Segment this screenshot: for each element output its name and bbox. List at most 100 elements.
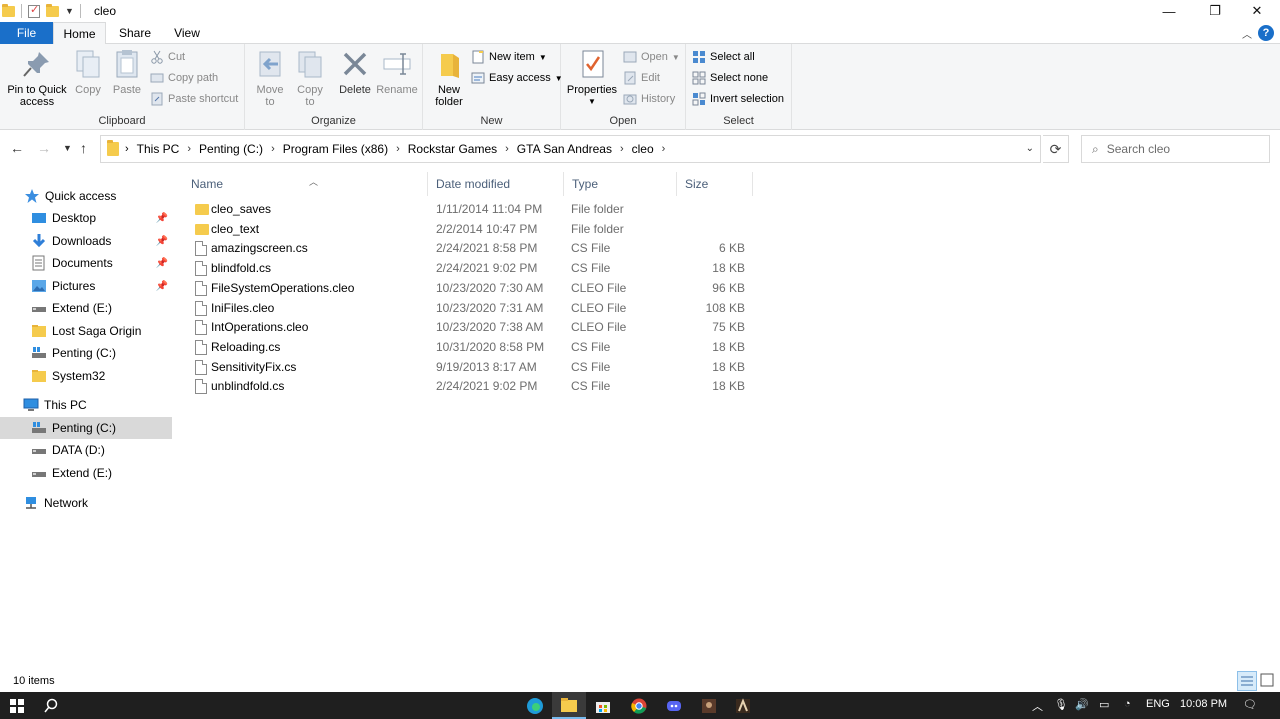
delete-button[interactable]: Delete [337, 48, 373, 96]
nav-item-documents[interactable]: Documents 📌 [0, 252, 172, 274]
file-explorer-icon[interactable] [552, 692, 586, 719]
help-icon[interactable]: ? [1258, 25, 1274, 41]
select-all-button[interactable]: Select all [692, 48, 755, 66]
up-arrow-icon[interactable]: ↑ [80, 140, 87, 156]
restore-button[interactable]: ❐ [1192, 0, 1238, 22]
clock[interactable]: 10:08 PM [1180, 698, 1227, 710]
game-app-icon[interactable] [692, 692, 726, 719]
wifi-icon[interactable]: ◔ [1124, 698, 1131, 710]
nav-item-downloads[interactable]: Downloads 📌 [0, 230, 172, 252]
nav-item-network[interactable]: Network [0, 492, 172, 514]
nav-item-extend-e-2[interactable]: Extend (E:) [0, 462, 172, 484]
column-header-date[interactable]: Date modified [428, 172, 564, 196]
cut-button[interactable]: Cut [150, 48, 185, 66]
address-bar[interactable]: › This PC › Penting (C:) › Program Files (x8… [100, 135, 1041, 163]
column-header-name[interactable]: Name ︿ [183, 172, 428, 196]
show-hidden-icons-chevron-icon[interactable]: ︿ [1032, 698, 1043, 714]
refresh-icon[interactable]: ⟳ [1043, 135, 1069, 163]
edge-browser-icon[interactable] [518, 692, 552, 719]
large-icons-view-icon[interactable] [1258, 671, 1278, 691]
edit-button[interactable]: Edit [623, 69, 660, 87]
microphone-icon[interactable]: 🎙 [1054, 698, 1068, 711]
column-header-size[interactable]: Size [677, 172, 753, 196]
file-row[interactable]: cleo_saves 1/11/2014 11:04 PM File folder [193, 199, 753, 219]
close-button[interactable]: ✕ [1234, 0, 1280, 22]
breadcrumb-item[interactable]: GTA San Andreas [517, 142, 612, 156]
paste-shortcut-button[interactable]: Paste shortcut [150, 90, 238, 108]
nav-item-quick-access[interactable]: Quick access [0, 185, 172, 207]
search-input[interactable]: ⌕ Search cleo [1081, 135, 1270, 163]
file-row[interactable]: Reloading.cs 10/31/2020 8:58 PM CS File 18 … [193, 337, 753, 357]
pin-icon[interactable]: 📌 [156, 281, 168, 292]
new-item-button[interactable]: New item ▼ [471, 48, 547, 66]
rename-button[interactable]: Rename [376, 48, 418, 96]
chevron-right-icon[interactable]: › [187, 143, 191, 155]
file-row[interactable]: cleo_text 2/2/2014 10:47 PM File folder [193, 219, 753, 239]
file-row[interactable]: IntOperations.cleo 10/23/2020 7:38 AM CLEO… [193, 317, 753, 337]
copy-button[interactable]: Copy [72, 48, 104, 96]
customize-toolbar-chevron-icon[interactable]: ▼ [65, 6, 74, 16]
gta-app-icon[interactable] [726, 692, 760, 719]
battery-icon[interactable]: ▭ [1099, 698, 1109, 711]
file-row[interactable]: SensitivityFix.cs 9/19/2013 8:17 AM CS Fil… [193, 357, 753, 377]
column-header-type[interactable]: Type [564, 172, 677, 196]
nav-item-data-d[interactable]: DATA (D:) [0, 439, 172, 461]
chevron-right-icon[interactable]: › [271, 143, 275, 155]
search-icon[interactable] [34, 692, 68, 719]
properties-icon[interactable] [28, 3, 40, 18]
breadcrumb-item[interactable]: Program Files (x86) [283, 142, 388, 156]
file-row[interactable]: amazingscreen.cs 2/24/2021 8:58 PM CS File… [193, 238, 753, 258]
address-history-chevron-icon[interactable]: ⌄ [1026, 143, 1034, 154]
invert-selection-button[interactable]: Invert selection [692, 90, 784, 108]
collapse-ribbon-chevron-icon[interactable]: ︿ [1242, 26, 1252, 41]
select-none-button[interactable]: Select none [692, 69, 768, 87]
move-to-button[interactable]: Move to [253, 48, 287, 108]
chevron-right-icon[interactable]: › [505, 143, 509, 155]
store-icon[interactable] [586, 692, 620, 719]
back-arrow-icon[interactable]: ← [10, 140, 24, 156]
file-row[interactable]: IniFiles.cleo 10/23/2020 7:31 AM CLEO File… [193, 298, 753, 318]
tab-view[interactable]: View [162, 22, 212, 44]
file-row[interactable]: FileSystemOperations.cleo 10/23/2020 7:30… [193, 278, 753, 298]
open-button[interactable]: Open ▼ [623, 48, 680, 66]
new-folder-icon[interactable] [46, 3, 59, 17]
properties-button[interactable]: Properties ▼ [565, 48, 619, 108]
easy-access-button[interactable]: Easy access ▼ [471, 69, 563, 87]
tab-file[interactable]: File [0, 22, 53, 44]
pin-icon[interactable]: 📌 [156, 236, 168, 247]
breadcrumb-item[interactable]: Penting (C:) [199, 142, 263, 156]
copy-to-button[interactable]: Copy to [293, 48, 327, 108]
chevron-right-icon[interactable]: › [662, 143, 666, 155]
chevron-right-icon[interactable]: › [396, 143, 400, 155]
nav-item-desktop[interactable]: Desktop 📌 [0, 207, 172, 229]
nav-item-pictures[interactable]: Pictures 📌 [0, 275, 172, 297]
breadcrumb-item[interactable]: This PC [137, 142, 180, 156]
nav-item-extend-e[interactable]: Extend (E:) [0, 297, 172, 319]
breadcrumb-item[interactable]: cleo [632, 142, 654, 156]
tab-share[interactable]: Share [108, 22, 162, 44]
file-row[interactable]: unblindfold.cs 2/24/2021 9:02 PM CS File 18… [193, 376, 753, 396]
file-row[interactable]: blindfold.cs 2/24/2021 9:02 PM CS File 18 K… [193, 258, 753, 278]
new-folder-button[interactable]: New folder [431, 48, 467, 108]
chevron-right-icon[interactable]: › [620, 143, 624, 155]
breadcrumb-item[interactable]: Rockstar Games [408, 142, 497, 156]
history-button[interactable]: History [623, 90, 675, 108]
details-view-icon[interactable] [1237, 671, 1257, 691]
discord-icon[interactable] [657, 692, 691, 719]
tab-home[interactable]: Home [53, 22, 106, 45]
nav-item-system32[interactable]: System32 [0, 365, 172, 387]
language-indicator[interactable]: ENG [1146, 698, 1170, 710]
paste-button[interactable]: Paste [110, 48, 144, 96]
speaker-icon[interactable]: 🔊 [1075, 698, 1089, 711]
pin-icon[interactable]: 📌 [156, 213, 168, 224]
nav-item-lost-saga-origin[interactable]: Lost Saga Origin [0, 320, 172, 342]
copy-path-button[interactable]: Copy path [150, 69, 218, 87]
nav-item-penting-c[interactable]: Penting (C:) [0, 342, 172, 364]
forward-arrow-icon[interactable]: → [37, 140, 51, 156]
windows-start-icon[interactable] [0, 692, 34, 719]
nav-item-penting-c-selected[interactable]: Penting (C:) [0, 417, 172, 439]
chrome-icon[interactable] [622, 692, 656, 719]
recent-locations-chevron-icon[interactable]: ▼ [63, 143, 72, 153]
minimize-button[interactable]: — [1146, 0, 1192, 22]
nav-item-this-pc[interactable]: This PC [0, 394, 172, 416]
